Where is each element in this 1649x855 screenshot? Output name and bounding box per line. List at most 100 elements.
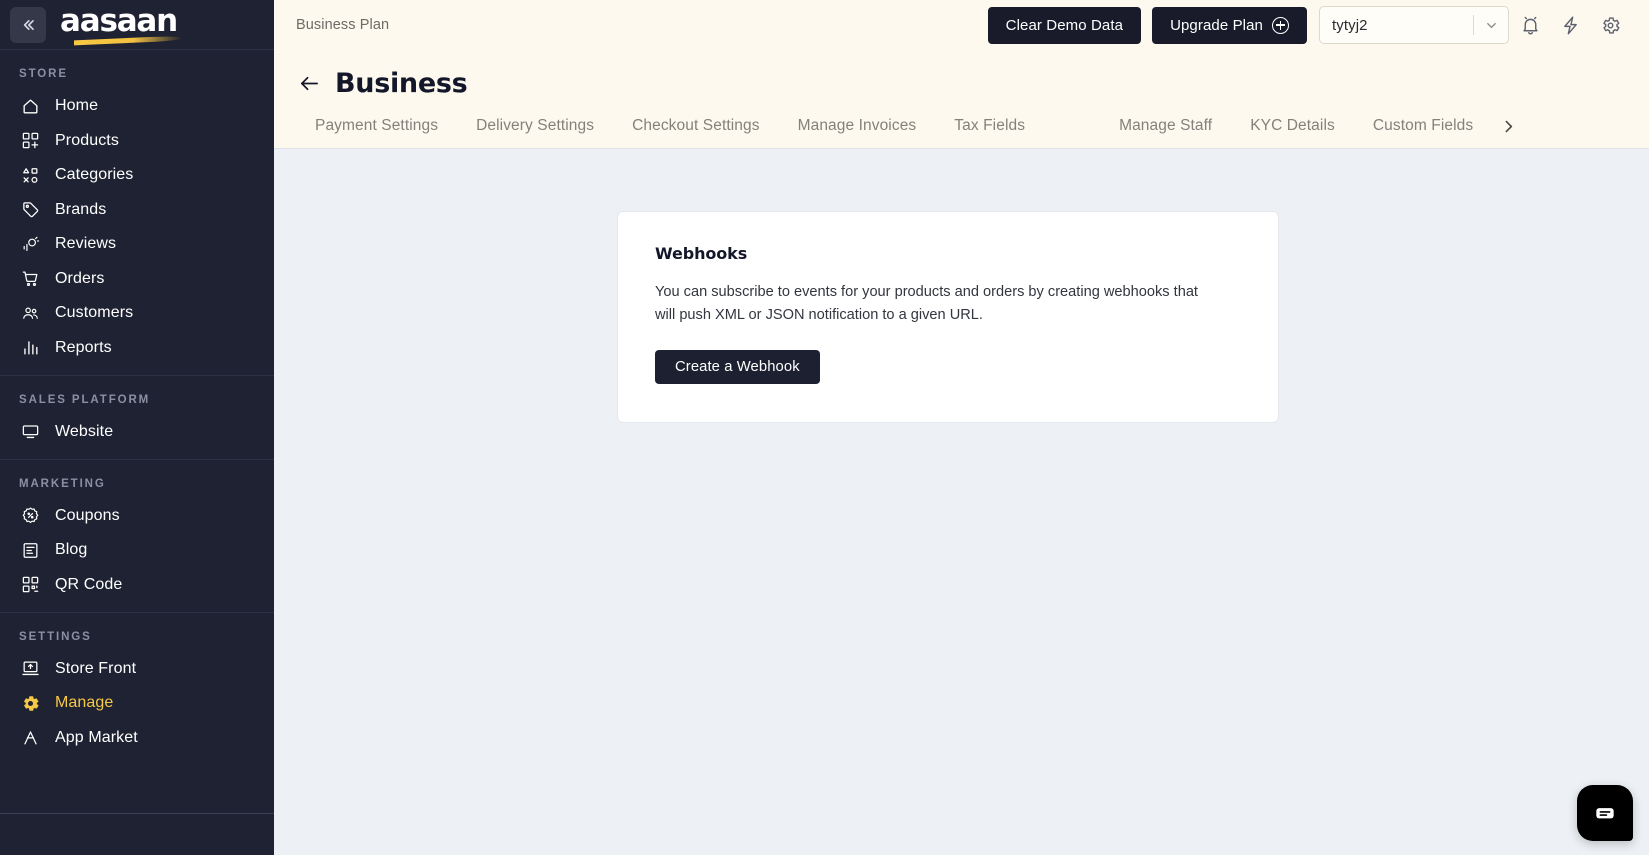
store-select-value: tytyj2 [1332,16,1368,34]
settings-button[interactable] [1591,6,1629,44]
sidebar-item-label: Brands [55,200,107,218]
sidebar-item-products[interactable]: Products [0,124,274,158]
chat-widget-button[interactable] [1577,785,1633,841]
back-button[interactable] [296,70,322,96]
coupon-percent-icon [19,505,41,527]
page-header: Business Payment Settings Delivery Setti… [274,50,1649,149]
sidebar-group-label-store: STORE [19,68,68,80]
sidebar-item-app-market[interactable]: App Market [0,721,274,755]
tag-icon [19,199,41,221]
sidebar-item-store-front[interactable]: Store Front [0,652,274,686]
tab-custom-fields[interactable]: Custom Fields [1354,118,1492,134]
blog-document-icon [19,539,41,561]
chevrons-left-icon [23,19,34,30]
sidebar-item-categories[interactable]: Categories [0,158,274,192]
sidebar-item-reviews[interactable]: Reviews [0,227,274,261]
store-select[interactable]: tytyj2 [1319,6,1509,44]
create-webhook-button[interactable]: Create a Webhook [655,350,820,385]
page-title: Business [335,67,468,99]
app-market-icon [19,727,41,749]
sidebar-item-label: Customers [55,304,134,321]
sidebar-item-label: Store Front [55,659,137,677]
sidebar-group-sales-platform: SALES PLATFORM Website [0,376,274,460]
create-webhook-label: Create a Webhook [675,359,800,376]
clear-demo-data-label: Clear Demo Data [1005,16,1124,34]
sidebar-item-customers[interactable]: Customers [0,296,274,330]
chat-bubble-icon [1596,808,1614,819]
brand-name: aasaan [60,3,178,39]
categories-shapes-icon [19,164,41,186]
sidebar-group-label-marketing: MARKETING [19,477,106,490]
activity-button[interactable] [1551,6,1589,44]
upgrade-plan-button[interactable]: Upgrade Plan [1152,6,1307,44]
sidebar-nav: STORE Home Products Categories Brands Re… [0,50,274,813]
shopping-cart-icon [19,268,41,290]
main-area: Business Plan Clear Demo Data Upgrade Pl… [274,0,1649,855]
sidebar-item-website[interactable]: Website [0,415,274,449]
sidebar-item-label: Blog [55,541,88,558]
page-title-row: Business [274,58,1649,104]
sidebar-item-label: Categories [55,166,134,183]
sidebar-item-home[interactable]: Home [0,89,274,123]
bar-chart-icon [19,337,41,359]
sidebar-header: aasaan [0,0,274,50]
sidebar-group-store: STORE Home Products Categories Brands Re… [0,50,274,376]
sidebar-item-label: App Market [55,728,138,746]
sidebar-item-label: Manage [55,694,114,711]
sidebar-group-label-sales-platform: SALES PLATFORM [19,393,151,406]
sidebar-item-manage[interactable]: Manage [0,686,274,720]
bell-icon [1522,16,1538,34]
notifications-button[interactable] [1511,6,1549,44]
tab-checkout-settings[interactable]: Checkout Settings [613,118,779,134]
sidebar-item-blog[interactable]: Blog [0,533,274,567]
topbar: Business Plan Clear Demo Data Upgrade Pl… [274,0,1649,50]
sidebar-group-settings: SETTINGS Store Front Manage App Market [0,613,274,765]
tabs-next-button[interactable] [1496,114,1520,138]
sidebar-item-label: Home [55,97,99,114]
chevron-right-icon [1505,120,1512,132]
tab-delivery-settings[interactable]: Delivery Settings [457,118,613,134]
webhooks-card: Webhooks You can subscribe to events for… [617,211,1279,424]
reviews-star-icon [19,233,41,255]
sidebar-item-label: Reviews [55,235,117,252]
sidebar-group-label-settings: SETTINGS [19,630,92,643]
sidebar-item-orders[interactable]: Orders [0,262,274,296]
home-icon [19,95,41,117]
tab-kyc-details[interactable]: KYC Details [1231,118,1354,134]
gear-icon [1602,16,1620,34]
store-front-icon [19,658,41,680]
products-grid-plus-icon [19,130,41,152]
clear-demo-data-button[interactable]: Clear Demo Data [987,6,1142,44]
webhooks-title: Webhooks [655,244,748,263]
tab-manage-staff[interactable]: Manage Staff [1100,118,1231,134]
lightning-bolt-icon [1563,15,1577,35]
gear-icon [19,692,41,714]
sidebar-item-brands[interactable]: Brands [0,193,274,227]
sidebar-item-label: Reports [55,338,112,356]
sidebar-item-coupons[interactable]: Coupons [0,499,274,533]
brand-logo: aasaan [60,3,182,46]
sidebar-item-label: Products [55,131,119,149]
sidebar-item-label: Orders [55,269,105,287]
sidebar: aasaan STORE Home Products Categories Br… [0,0,274,855]
chevron-down-icon[interactable] [1474,18,1508,33]
sidebar-footer [0,814,274,855]
tab-payment-settings[interactable]: Payment Settings [296,118,457,134]
tabs-bar: Payment Settings Delivery Settings Check… [274,104,1649,148]
sidebar-item-reports[interactable]: Reports [0,331,274,365]
sidebar-item-label: Website [55,422,114,440]
plan-label: Business Plan [296,17,390,33]
tab-tax-fields[interactable]: Tax Fields [935,118,1044,134]
webhooks-description: You can subscribe to events for your pro… [655,284,1198,323]
arrow-left-icon [300,76,318,90]
sidebar-item-label: Coupons [55,506,120,524]
sidebar-item-label: QR Code [55,575,123,593]
tab-manage-invoices[interactable]: Manage Invoices [779,118,936,134]
monitor-icon [19,421,41,443]
upgrade-plan-label: Upgrade Plan [1170,16,1263,34]
sidebar-item-qr-code[interactable]: QR Code [0,568,274,602]
plus-circle-icon [1272,16,1289,34]
content-area: Webhooks You can subscribe to events for… [274,149,1649,855]
sidebar-collapse-button[interactable] [10,6,46,43]
sidebar-group-marketing: MARKETING Coupons Blog QR Code [0,460,274,613]
